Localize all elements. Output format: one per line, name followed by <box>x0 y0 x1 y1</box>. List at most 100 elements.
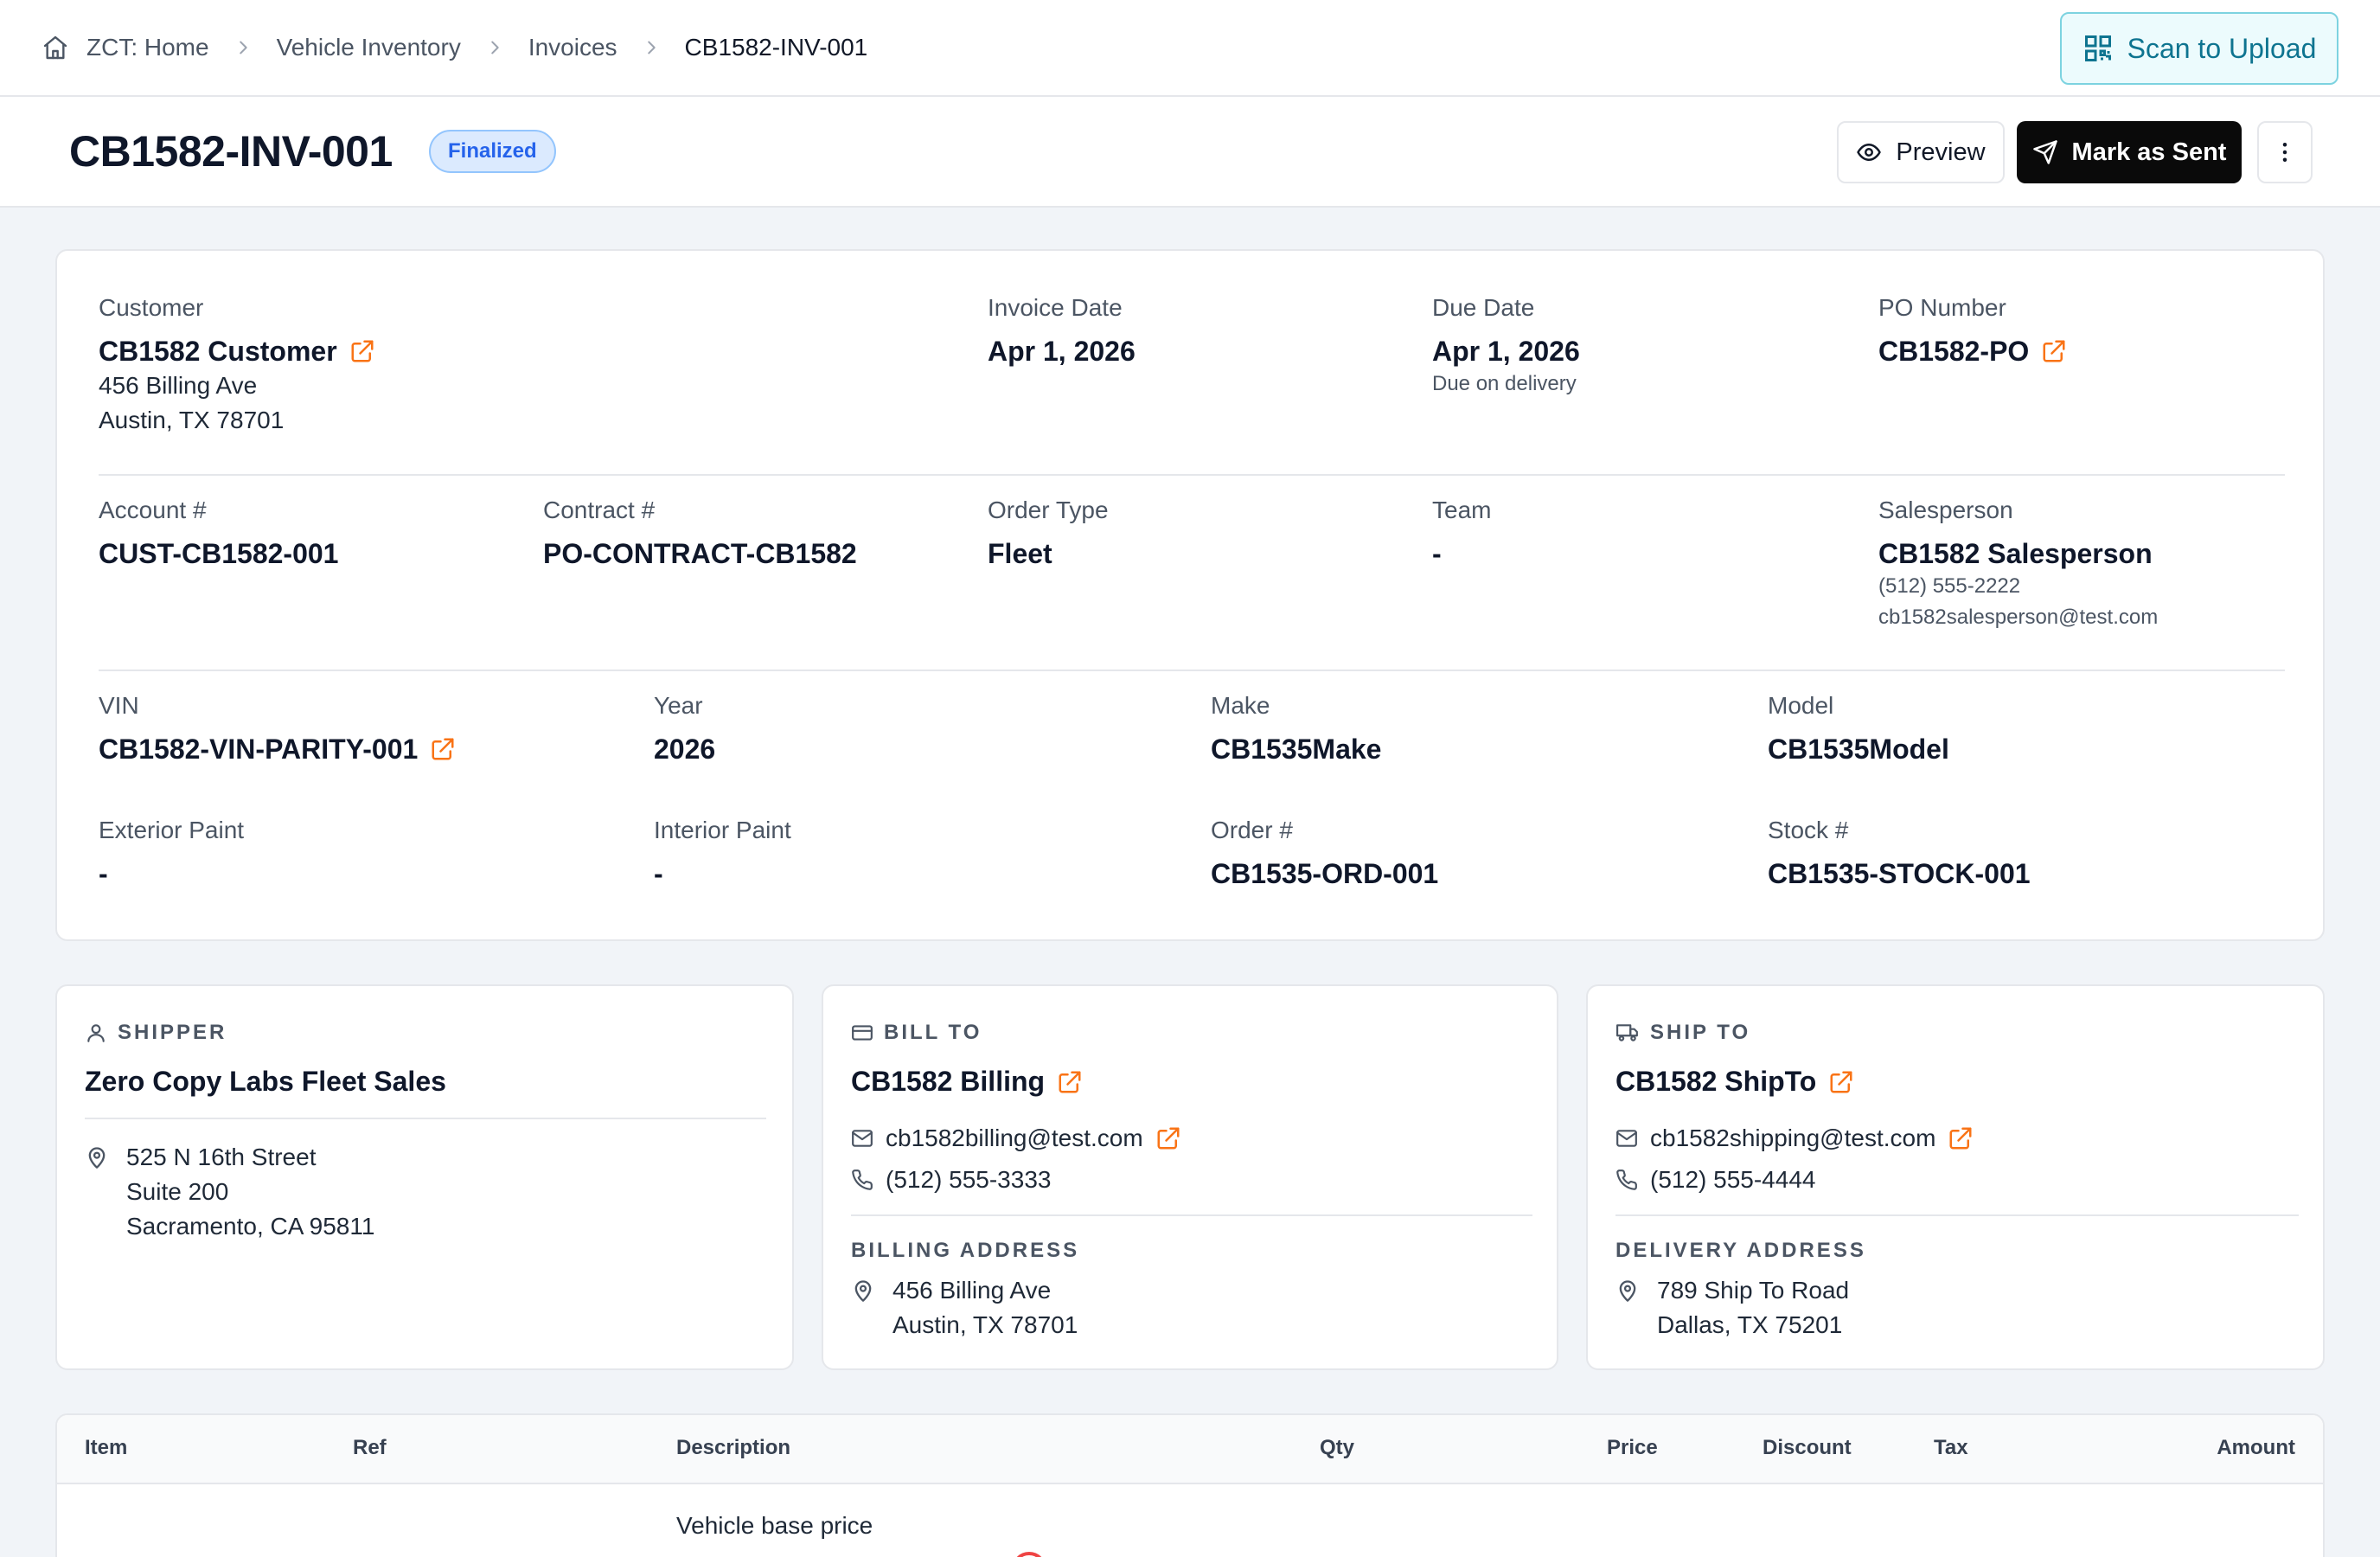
external-link-icon[interactable] <box>1155 1125 1181 1151</box>
team-label: Team <box>1432 497 1492 523</box>
interior-paint-label: Interior Paint <box>654 817 791 843</box>
vin-field: VIN CB1582-VIN-PARITY-001 <box>99 690 456 766</box>
billing-address: 456 Billing Ave Austin, TX 78701 <box>851 1273 1078 1342</box>
divider <box>99 670 2285 671</box>
column-header-description: Description <box>676 1436 791 1459</box>
invoice-date-value: Apr 1, 2026 <box>988 336 1136 367</box>
salesperson-phone: (512) 555-2222 <box>1878 574 2021 598</box>
billing-address-line2: Austin, TX 78701 <box>892 1311 1078 1338</box>
stock-number-label: Stock # <box>1768 817 1849 843</box>
stock-number-field: Stock # CB1535-STOCK-001 <box>1768 815 2031 891</box>
customer-label: Customer <box>99 294 204 321</box>
phone-icon <box>851 1169 886 1191</box>
contract-value: PO-CONTRACT-CB1582 <box>543 538 857 569</box>
salesperson-email: cb1582salesperson@test.com <box>1878 606 2159 629</box>
vin-label: VIN <box>99 692 139 719</box>
bill-to-name: CB1582 Billing <box>851 1066 1083 1098</box>
table-header: Item Ref Description Qty Price Discount … <box>57 1415 2323 1484</box>
delivery-address-line1: 789 Ship To Road <box>1657 1277 1850 1304</box>
stock-number-value: CB1535-STOCK-001 <box>1768 858 2031 889</box>
bill-to-email-row: cb1582billing@test.com <box>851 1124 1181 1152</box>
contract-label: Contract # <box>543 497 656 523</box>
po-number-label: PO Number <box>1878 294 2006 321</box>
breadcrumb-home-label: ZCT: Home <box>86 34 209 61</box>
top-bar: ZCT: Home Vehicle Inventory Invoices CB1… <box>0 0 2380 97</box>
customer-field: Customer CB1582 Customer 456 Billing Ave… <box>99 292 375 438</box>
year-label: Year <box>654 692 703 719</box>
po-number-text: CB1582-PO <box>1878 336 2030 367</box>
send-icon <box>2032 140 2057 164</box>
bill-to-email[interactable]: cb1582billing@test.com <box>886 1124 1143 1152</box>
ship-to-name: CB1582 ShipTo <box>1615 1066 1854 1098</box>
customer-address-line2: Austin, TX 78701 <box>99 407 285 433</box>
due-date-value: Apr 1, 2026 <box>1432 336 1580 367</box>
invoice-details-card: Customer CB1582 Customer 456 Billing Ave… <box>55 249 2325 941</box>
home-icon <box>42 34 69 61</box>
scan-to-upload-label: Scan to Upload <box>2127 32 2317 64</box>
model-field: Model CB1535Model <box>1768 690 1949 766</box>
customer-address-line1: 456 Billing Ave <box>99 372 258 399</box>
external-link-icon[interactable] <box>1948 1125 1974 1151</box>
exterior-paint-field: Exterior Paint - <box>99 815 244 891</box>
column-header-price: Price <box>1607 1436 1658 1459</box>
make-field: Make CB1535Make <box>1211 690 1381 766</box>
billing-address-title: BILLING ADDRESS <box>851 1239 1080 1262</box>
salesperson-field: Salesperson CB1582 Salesperson (512) 555… <box>1878 495 2158 633</box>
divider <box>85 1118 766 1119</box>
mail-icon <box>1615 1127 1650 1150</box>
breadcrumb-invoices[interactable]: Invoices <box>528 34 617 61</box>
invoice-date-field: Invoice Date Apr 1, 2026 <box>988 292 1136 368</box>
page-header: CB1582-INV-001 Finalized Preview Mark as… <box>0 97 2380 208</box>
team-value: - <box>1432 538 1442 569</box>
external-link-icon[interactable] <box>1828 1069 1854 1095</box>
map-pin-icon <box>851 1273 892 1342</box>
customer-name: CB1582 Customer <box>99 334 375 368</box>
divider <box>851 1214 1532 1216</box>
bill-to-name-text: CB1582 Billing <box>851 1066 1046 1097</box>
account-label: Account # <box>99 497 207 523</box>
line-items-table: Item Ref Description Qty Price Discount … <box>55 1413 2325 1557</box>
ship-to-card: SHIP TO CB1582 ShipTo cb1582shipping@tes… <box>1586 984 2325 1370</box>
external-link-icon[interactable] <box>1057 1069 1083 1095</box>
po-number-field: PO Number CB1582-PO <box>1878 292 2067 368</box>
breadcrumb-home[interactable]: ZCT: Home <box>42 34 209 61</box>
year-value: 2026 <box>654 734 716 765</box>
user-icon <box>87 1024 105 1042</box>
vin-value: CB1582-VIN-PARITY-001 <box>99 732 456 766</box>
alert-dot-icon <box>1012 1552 1046 1557</box>
order-number-value: CB1535-ORD-001 <box>1211 858 1439 889</box>
preview-button[interactable]: Preview <box>1837 121 2005 183</box>
divider <box>1615 1214 2299 1216</box>
external-link-icon[interactable] <box>430 736 456 762</box>
phone-icon <box>1615 1169 1650 1191</box>
delivery-address-title: DELIVERY ADDRESS <box>1615 1239 1866 1262</box>
breadcrumb-vehicle-inventory[interactable]: Vehicle Inventory <box>277 34 461 61</box>
shipper-address-line1: 525 N 16th Street <box>126 1144 317 1170</box>
divider <box>99 474 2285 476</box>
chevron-right-icon <box>234 38 253 57</box>
shipper-title: SHIPPER <box>118 1021 227 1044</box>
scan-to-upload-button[interactable]: Scan to Upload <box>2060 12 2338 85</box>
model-value: CB1535Model <box>1768 734 1949 765</box>
more-options-button[interactable] <box>2257 121 2313 183</box>
map-pin-icon <box>1615 1273 1657 1342</box>
shipper-address-line3: Sacramento, CA 95811 <box>126 1213 375 1240</box>
contract-field: Contract # PO-CONTRACT-CB1582 <box>543 495 857 571</box>
column-header-qty: Qty <box>1320 1436 1355 1459</box>
external-link-icon[interactable] <box>2041 338 2067 364</box>
salesperson-label: Salesperson <box>1878 497 2013 523</box>
make-value: CB1535Make <box>1211 734 1382 765</box>
table-row-description: Vehicle base price <box>676 1512 873 1539</box>
preview-label: Preview <box>1896 138 1986 166</box>
order-type-value: Fleet <box>988 538 1052 569</box>
bill-to-title: BILL TO <box>884 1021 982 1044</box>
mark-as-sent-label: Mark as Sent <box>2071 138 2227 166</box>
mark-as-sent-button[interactable]: Mark as Sent <box>2017 121 2242 183</box>
external-link-icon[interactable] <box>349 338 375 364</box>
ship-to-email[interactable]: cb1582shipping@test.com <box>1650 1124 1935 1152</box>
delivery-address-line2: Dallas, TX 75201 <box>1657 1311 1843 1338</box>
eye-icon <box>1857 144 1882 161</box>
credit-card-icon <box>852 1025 873 1041</box>
chevron-right-icon <box>642 38 661 57</box>
account-field: Account # CUST-CB1582-001 <box>99 495 338 571</box>
